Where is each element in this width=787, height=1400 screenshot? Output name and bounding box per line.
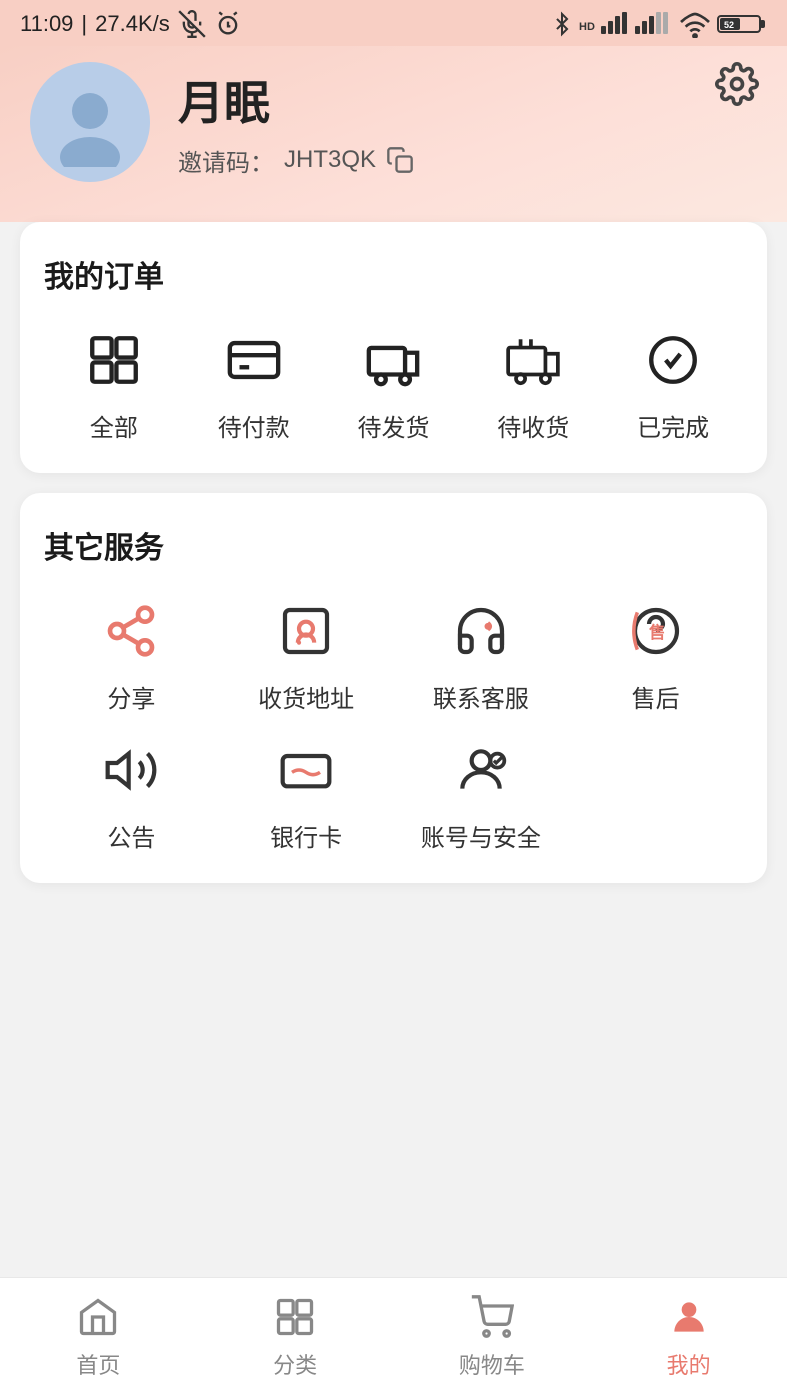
notice-icon	[95, 734, 167, 806]
services-title: 其它服务	[44, 523, 743, 567]
pending-receive-label: 待收货	[497, 408, 569, 443]
completed-icon	[637, 324, 709, 396]
order-icons-row: 全部 待付款	[44, 324, 743, 443]
address-icon	[270, 595, 342, 667]
status-right: HD 52	[551, 10, 767, 38]
support-icon	[445, 595, 517, 667]
settings-button[interactable]	[715, 62, 759, 116]
svg-text:HD: HD	[579, 21, 595, 33]
alarm-icon	[214, 10, 242, 38]
pending-pay-icon	[218, 324, 290, 396]
svg-text:售: 售	[649, 623, 665, 642]
signal-hd-icon: HD	[579, 10, 629, 38]
order-item-pending-receive[interactable]: 待收货	[497, 324, 569, 443]
service-item-aftersale[interactable]: 售 售后	[568, 595, 743, 714]
profile-info: 月眠 邀请码： JHT3QK	[178, 67, 414, 178]
nav-item-home[interactable]: 首页	[0, 1292, 197, 1380]
home-nav-icon	[73, 1292, 123, 1342]
pending-ship-label: 待发货	[357, 408, 429, 443]
mine-nav-icon	[664, 1292, 714, 1342]
service-item-support[interactable]: 联系客服	[394, 595, 569, 714]
aftersale-label: 售后	[632, 679, 680, 714]
services-card: 其它服务 分享	[20, 493, 767, 883]
mute-icon	[178, 10, 206, 38]
invite-code-value: JHT3QK	[284, 146, 376, 174]
account-label: 账号与安全	[421, 818, 541, 853]
svg-text:52: 52	[724, 20, 734, 30]
service-item-address[interactable]: 收货地址	[219, 595, 394, 714]
main-content: 我的订单 全部	[0, 202, 787, 883]
pending-receive-icon	[497, 324, 569, 396]
all-orders-icon	[78, 324, 150, 396]
status-left: 11:09 | 27.4K/s	[20, 10, 242, 38]
pending-ship-icon	[357, 324, 429, 396]
copy-icon[interactable]	[386, 146, 414, 174]
cart-nav-icon	[467, 1292, 517, 1342]
bottom-nav: 首页 分类 购物车	[0, 1277, 787, 1400]
share-label: 分享	[107, 679, 155, 714]
bluetooth-icon	[551, 10, 573, 38]
category-nav-label: 分类	[273, 1348, 317, 1380]
service-item-account[interactable]: 账号与安全	[394, 734, 569, 853]
mine-nav-label: 我的	[667, 1348, 711, 1380]
order-item-pending-ship[interactable]: 待发货	[357, 324, 429, 443]
orders-card: 我的订单 全部	[20, 222, 767, 473]
status-bar: 11:09 | 27.4K/s HD	[0, 0, 787, 46]
bankcard-icon	[270, 734, 342, 806]
nav-item-cart[interactable]: 购物车	[394, 1292, 591, 1380]
aftersale-icon: 售	[620, 595, 692, 667]
service-item-bankcard[interactable]: 银行卡	[219, 734, 394, 853]
share-icon	[95, 595, 167, 667]
order-item-all[interactable]: 全部	[78, 324, 150, 443]
time: 11:09	[20, 11, 73, 37]
completed-label: 已完成	[637, 408, 709, 443]
orders-title: 我的订单	[44, 252, 743, 296]
service-grid: 分享 收货地址	[44, 595, 743, 853]
account-icon	[445, 734, 517, 806]
notice-label: 公告	[107, 818, 155, 853]
signal-icon	[635, 10, 673, 38]
cart-nav-label: 购物车	[459, 1348, 525, 1380]
address-label: 收货地址	[258, 679, 354, 714]
separator: |	[81, 11, 87, 37]
bankcard-label: 银行卡	[270, 818, 342, 853]
service-item-notice[interactable]: 公告	[44, 734, 219, 853]
pending-pay-label: 待付款	[218, 408, 290, 443]
profile-name: 月眠	[178, 67, 414, 133]
nav-item-category[interactable]: 分类	[197, 1292, 394, 1380]
all-orders-label: 全部	[90, 408, 138, 443]
category-nav-icon	[270, 1292, 320, 1342]
battery-icon: 52	[717, 11, 767, 37]
avatar[interactable]	[30, 62, 150, 182]
order-item-completed[interactable]: 已完成	[637, 324, 709, 443]
service-item-share[interactable]: 分享	[44, 595, 219, 714]
wifi-icon	[679, 10, 711, 38]
nav-item-mine[interactable]: 我的	[590, 1292, 787, 1380]
invite-code-row: 邀请码： JHT3QK	[178, 143, 414, 178]
order-item-pending-pay[interactable]: 待付款	[218, 324, 290, 443]
support-label: 联系客服	[433, 679, 529, 714]
profile-header: 月眠 邀请码： JHT3QK	[0, 46, 787, 222]
network-speed: 27.4K/s	[95, 11, 170, 37]
invite-label: 邀请码：	[178, 143, 274, 178]
home-nav-label: 首页	[76, 1348, 120, 1380]
